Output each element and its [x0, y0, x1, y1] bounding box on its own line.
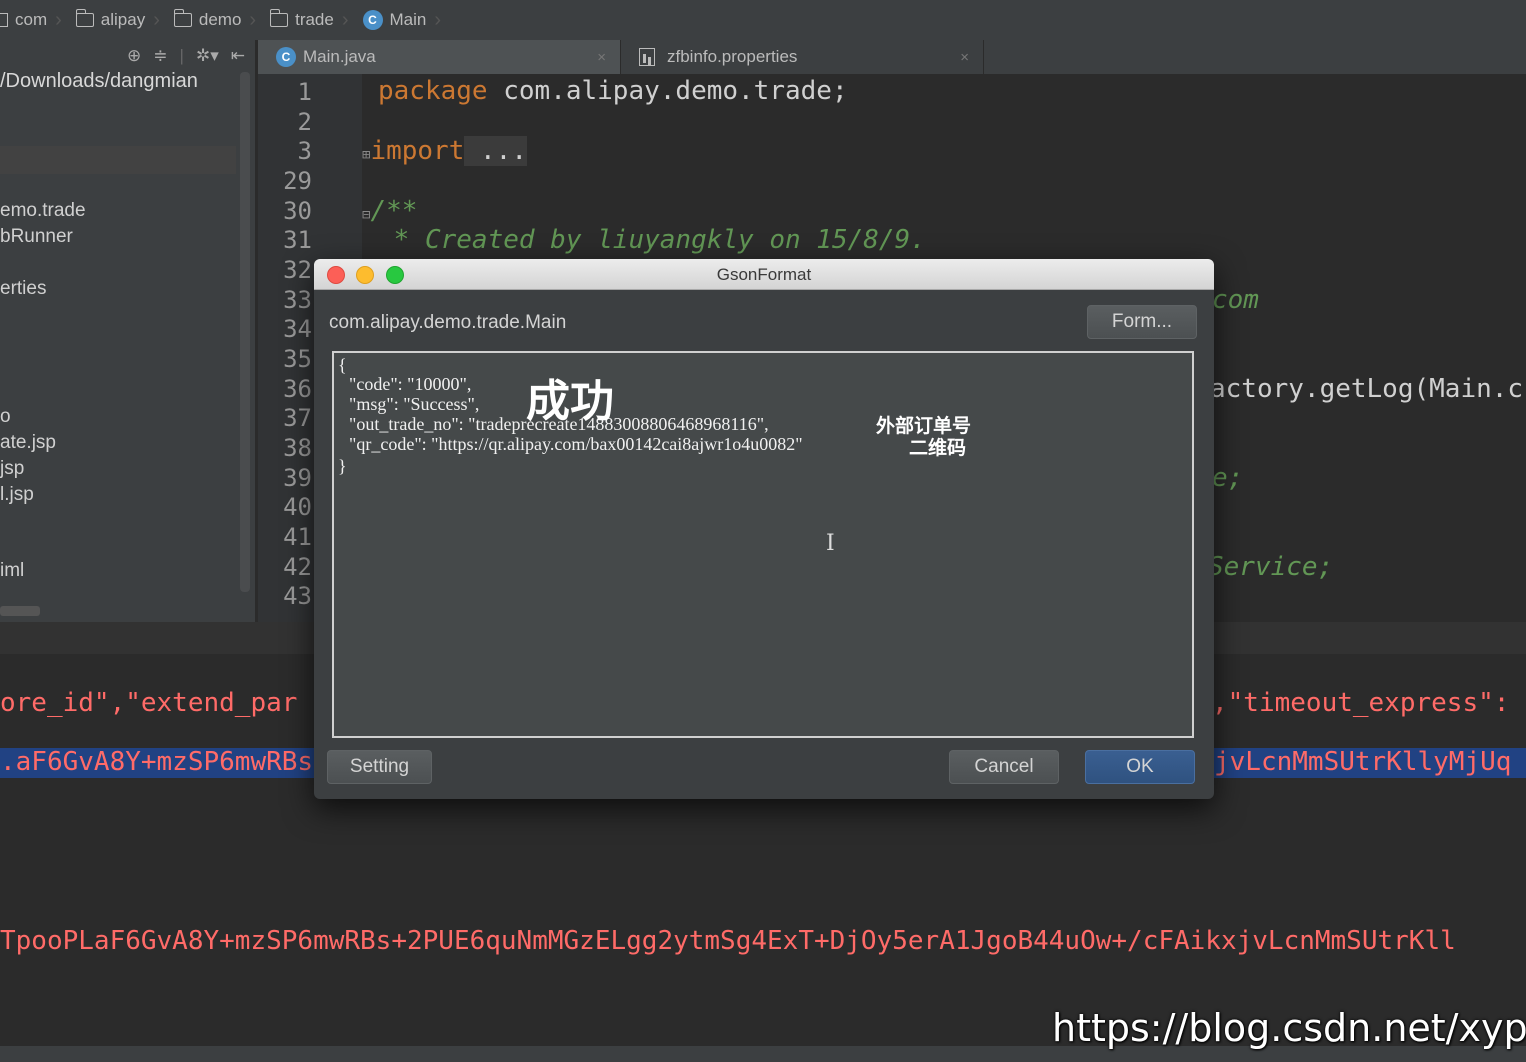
- ok-button[interactable]: OK: [1085, 750, 1195, 784]
- tree-item[interactable]: emo.trade: [0, 200, 86, 222]
- properties-file-icon: [639, 48, 655, 66]
- folder-icon: [173, 9, 192, 27]
- folder-icon: [270, 9, 289, 27]
- line-number: 37: [283, 404, 312, 432]
- line-number: 32: [283, 256, 312, 284]
- breadcrumb: com › alipay › demo › trade › C Main ›: [0, 0, 1526, 41]
- line-number: 33: [283, 286, 312, 314]
- line-number: 31: [283, 226, 312, 254]
- project-toolbar: ⊕ ≑ | ✲▾ ⇤: [0, 40, 255, 72]
- console-line: jvLcnMmSUtrKllyMjUq: [1214, 747, 1512, 777]
- folder-icon: [75, 9, 94, 27]
- json-line: }: [338, 456, 347, 476]
- breadcrumb-item-com[interactable]: com ›: [0, 0, 70, 40]
- gsonformat-dialog: GsonFormat com.alipay.demo.trade.Main Fo…: [314, 259, 1214, 799]
- class-icon: C: [362, 10, 383, 30]
- breadcrumb-item-alipay[interactable]: alipay ›: [70, 0, 168, 40]
- close-icon[interactable]: ×: [948, 49, 969, 66]
- line-number: 39: [283, 464, 312, 492]
- line-number: 40: [283, 493, 312, 521]
- code-line-31: * Created by liuyangkly on 15/8/9.: [378, 225, 926, 255]
- line-number: 1: [297, 78, 312, 106]
- line-number: 30: [283, 197, 312, 225]
- breadcrumb-item-demo[interactable]: demo ›: [168, 0, 264, 40]
- editor-tabs: C Main.java × zfbinfo.properties ×: [258, 40, 1526, 75]
- json-line: {: [338, 355, 347, 375]
- project-scrollbar[interactable]: [240, 72, 250, 592]
- gear-icon[interactable]: ✲▾: [196, 46, 219, 66]
- tab-main-java[interactable]: C Main.java ×: [258, 40, 621, 74]
- hide-panel-icon[interactable]: ⇤: [231, 46, 245, 66]
- annotation-success: 成功: [526, 376, 614, 427]
- line-number: 29: [283, 167, 312, 195]
- json-line: "code": "10000",: [340, 374, 472, 394]
- locate-icon[interactable]: ⊕: [127, 46, 141, 66]
- code-line-30: ⊟/**: [362, 196, 418, 226]
- line-number: 43: [283, 582, 312, 610]
- tree-item[interactable]: l.jsp: [0, 484, 34, 506]
- close-icon[interactable]: ×: [585, 49, 606, 66]
- collapse-icon[interactable]: ≑: [153, 46, 167, 66]
- breadcrumb-item-main[interactable]: C Main ›: [357, 0, 450, 40]
- code-fragment: actory.getLog(Main.c: [1210, 374, 1524, 404]
- toolbar-separator: |: [179, 46, 184, 65]
- text-cursor-icon: I: [826, 531, 835, 556]
- tree-item[interactable]: ate.jsp: [0, 432, 56, 454]
- cancel-button[interactable]: Cancel: [949, 750, 1059, 784]
- line-number: 34: [283, 315, 312, 343]
- json-line: "msg": "Success",: [340, 394, 480, 414]
- class-name-label: com.alipay.demo.trade.Main: [329, 312, 567, 333]
- class-icon: C: [276, 47, 296, 67]
- line-number: 2: [297, 108, 312, 136]
- console-line: TpooPLaF6GvA8Y+mzSP6mwRBs+2PUE6quNmMGzEL…: [0, 926, 1456, 956]
- line-number: 38: [283, 434, 312, 462]
- code-fragment: e;: [1212, 463, 1244, 493]
- code-fragment: Service;: [1208, 552, 1334, 582]
- project-panel: ⊕ ≑ | ✲▾ ⇤ /Downloads/dangmian emo.trade…: [0, 40, 255, 622]
- line-number: 36: [283, 375, 312, 403]
- project-path: /Downloads/dangmian: [0, 70, 198, 92]
- console-line: ore_id","extend_par: [0, 688, 298, 718]
- line-number: 42: [283, 553, 312, 581]
- watermark: https://blog.csdn.net/xyphf: [1052, 1006, 1526, 1050]
- tree-item[interactable]: erties: [0, 278, 46, 300]
- setting-button[interactable]: Setting: [327, 750, 432, 784]
- horizontal-scrollbar[interactable]: [0, 606, 40, 616]
- code-fragment: com: [1212, 285, 1259, 315]
- json-input-textarea[interactable]: { "code": "10000", "msg": "Success", "ou…: [332, 351, 1194, 738]
- folder-icon: [0, 13, 8, 27]
- tree-item[interactable]: jsp: [0, 458, 24, 480]
- tree-selection: [0, 146, 236, 174]
- dialog-title: GsonFormat: [716, 265, 812, 284]
- console-line: ,"timeout_express":: [1212, 688, 1510, 718]
- tree-item[interactable]: o: [0, 406, 11, 428]
- breadcrumb-item-trade[interactable]: trade ›: [264, 0, 356, 40]
- format-button[interactable]: Form...: [1087, 305, 1197, 339]
- tree-item[interactable]: bRunner: [0, 226, 73, 248]
- code-line-3: ⊞import ...: [362, 136, 527, 166]
- line-number: 41: [283, 523, 312, 551]
- line-number: 35: [283, 345, 312, 373]
- dialog-titlebar[interactable]: GsonFormat: [314, 259, 1214, 290]
- json-line: "qr_code": "https://qr.alipay.com/bax001…: [340, 434, 803, 454]
- line-number: 3: [297, 137, 312, 165]
- tree-item[interactable]: iml: [0, 560, 24, 582]
- console-line: .aF6GvA8Y+mzSP6mwRBs: [0, 747, 314, 777]
- code-line-1: package com.alipay.demo.trade;: [378, 76, 848, 106]
- annotation-qrcode: 二维码: [909, 437, 967, 459]
- tab-zfbinfo-properties[interactable]: zfbinfo.properties ×: [621, 40, 984, 74]
